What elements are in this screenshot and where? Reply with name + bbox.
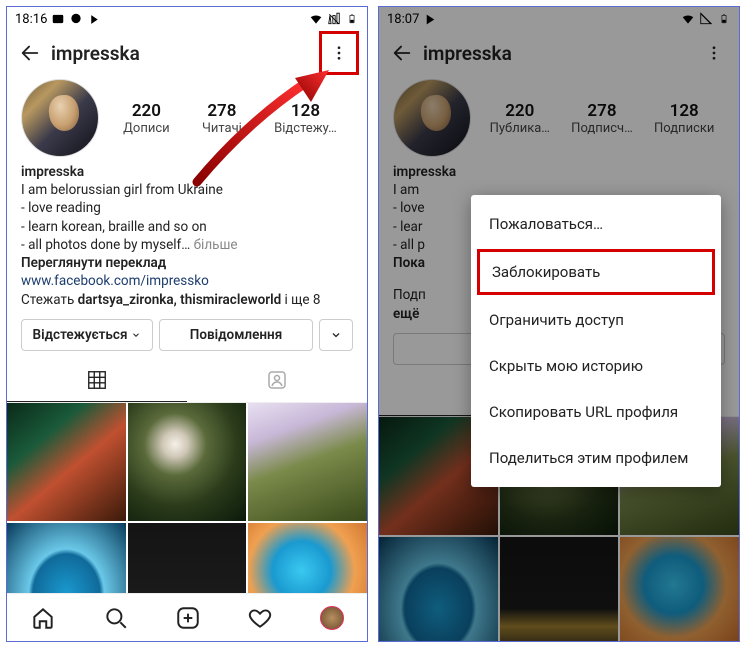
bottom-nav <box>7 593 367 641</box>
play-store-icon <box>423 12 437 26</box>
highlight-box-dots <box>319 31 359 75</box>
bio-username: impresska <box>393 163 725 181</box>
profile-bio: impresska I am belorussian girl from Ukr… <box>7 157 367 309</box>
more-link[interactable]: більше <box>194 237 238 253</box>
photo-cell[interactable] <box>379 537 498 641</box>
home-icon <box>30 605 56 631</box>
image-icon <box>51 12 65 26</box>
stat-followers[interactable]: 278 Подписч… <box>571 101 633 136</box>
signal-icon <box>327 12 341 26</box>
battery-icon <box>717 12 731 26</box>
bio-line: I am belorussian girl from Ukraine <box>21 181 353 199</box>
menu-report[interactable]: Пожаловаться… <box>471 201 721 247</box>
menu-copy-url[interactable]: Скопировать URL профиля <box>471 389 721 435</box>
profile-avatar[interactable] <box>21 79 99 157</box>
menu-hide-story[interactable]: Скрыть мою историю <box>471 343 721 389</box>
stat-posts[interactable]: 220 Дописи <box>123 101 170 136</box>
nav-add[interactable] <box>175 605 201 631</box>
stat-posts[interactable]: 220 Публика… <box>490 101 550 136</box>
grid-icon <box>86 369 108 391</box>
menu-restrict[interactable]: Ограничить доступ <box>471 297 721 343</box>
photo-cell[interactable] <box>500 537 619 641</box>
photo-cell[interactable] <box>248 523 367 593</box>
photo-cell[interactable] <box>7 523 126 593</box>
following-button[interactable]: Відстежується <box>21 319 153 351</box>
message-button[interactable]: Повідомлення <box>159 319 313 351</box>
photo-cell[interactable] <box>7 403 126 522</box>
options-menu: Пожаловаться… Заблокировать Ограничить д… <box>471 195 721 487</box>
followed-by[interactable]: Стежать dartsya_zironka, thismiracleworl… <box>21 291 353 309</box>
add-icon <box>175 605 201 631</box>
notification-icon <box>87 12 101 26</box>
profile-content: 220 Дописи 278 Читачі 128 Відстежу… impr… <box>7 75 367 593</box>
status-bar: 18:07 <box>379 7 739 31</box>
wifi-icon <box>309 12 323 26</box>
bio-line: - love reading <box>21 199 353 217</box>
stat-followers[interactable]: 278 Читачі <box>202 101 242 136</box>
nav-home[interactable] <box>30 605 56 631</box>
profile-header: impresska <box>7 31 367 75</box>
tagged-icon <box>265 368 289 392</box>
tab-grid[interactable] <box>7 359 187 402</box>
bio-link[interactable]: www.facebook.com/impressko <box>21 272 353 290</box>
bio-line: - learn korean, braille and so on <box>21 218 353 236</box>
photo-cell[interactable] <box>620 537 739 641</box>
wifi-icon <box>681 12 695 26</box>
stat-following[interactable]: 128 Відстежу… <box>274 101 337 136</box>
back-button[interactable] <box>13 36 47 70</box>
nav-activity[interactable] <box>247 605 273 631</box>
messenger-icon <box>69 12 83 26</box>
menu-block[interactable]: Заблокировать <box>477 249 715 295</box>
status-time: 18:16 <box>15 12 47 27</box>
chevron-down-icon <box>131 330 141 340</box>
menu-share-profile[interactable]: Поделиться этим профилем <box>471 435 721 481</box>
phone-left: 18:16 impresska 220 До <box>6 6 368 642</box>
phone-right: 18:07 impresska 220 Публика… <box>378 6 740 642</box>
stat-following[interactable]: 128 Подписки <box>654 101 714 136</box>
more-options-button[interactable] <box>697 36 731 70</box>
status-time: 18:07 <box>387 12 419 27</box>
profile-header: impresska <box>379 31 739 75</box>
photo-cell[interactable] <box>128 403 247 522</box>
battery-icon <box>345 12 359 26</box>
photo-grid <box>7 403 367 593</box>
nav-profile[interactable] <box>320 606 344 630</box>
bio-username: impresska <box>21 163 353 181</box>
suggestions-button[interactable] <box>319 319 353 351</box>
back-button[interactable] <box>385 36 419 70</box>
signal-icon <box>699 12 713 26</box>
tab-tagged[interactable] <box>187 359 367 402</box>
heart-icon <box>247 605 273 631</box>
header-username: impresska <box>51 42 140 65</box>
profile-tabs <box>7 359 367 403</box>
translate-link[interactable]: Переглянути переклад <box>21 254 353 272</box>
nav-search[interactable] <box>103 605 129 631</box>
photo-cell[interactable] <box>248 403 367 522</box>
search-icon <box>103 605 129 631</box>
more-options-button[interactable] <box>322 36 356 70</box>
bio-line: - all photos done by myself… більше <box>21 236 353 254</box>
photo-cell[interactable] <box>128 523 247 593</box>
status-bar: 18:16 <box>7 7 367 31</box>
header-username: impresska <box>423 42 512 65</box>
profile-avatar[interactable] <box>393 79 471 157</box>
chevron-down-icon <box>330 329 342 341</box>
